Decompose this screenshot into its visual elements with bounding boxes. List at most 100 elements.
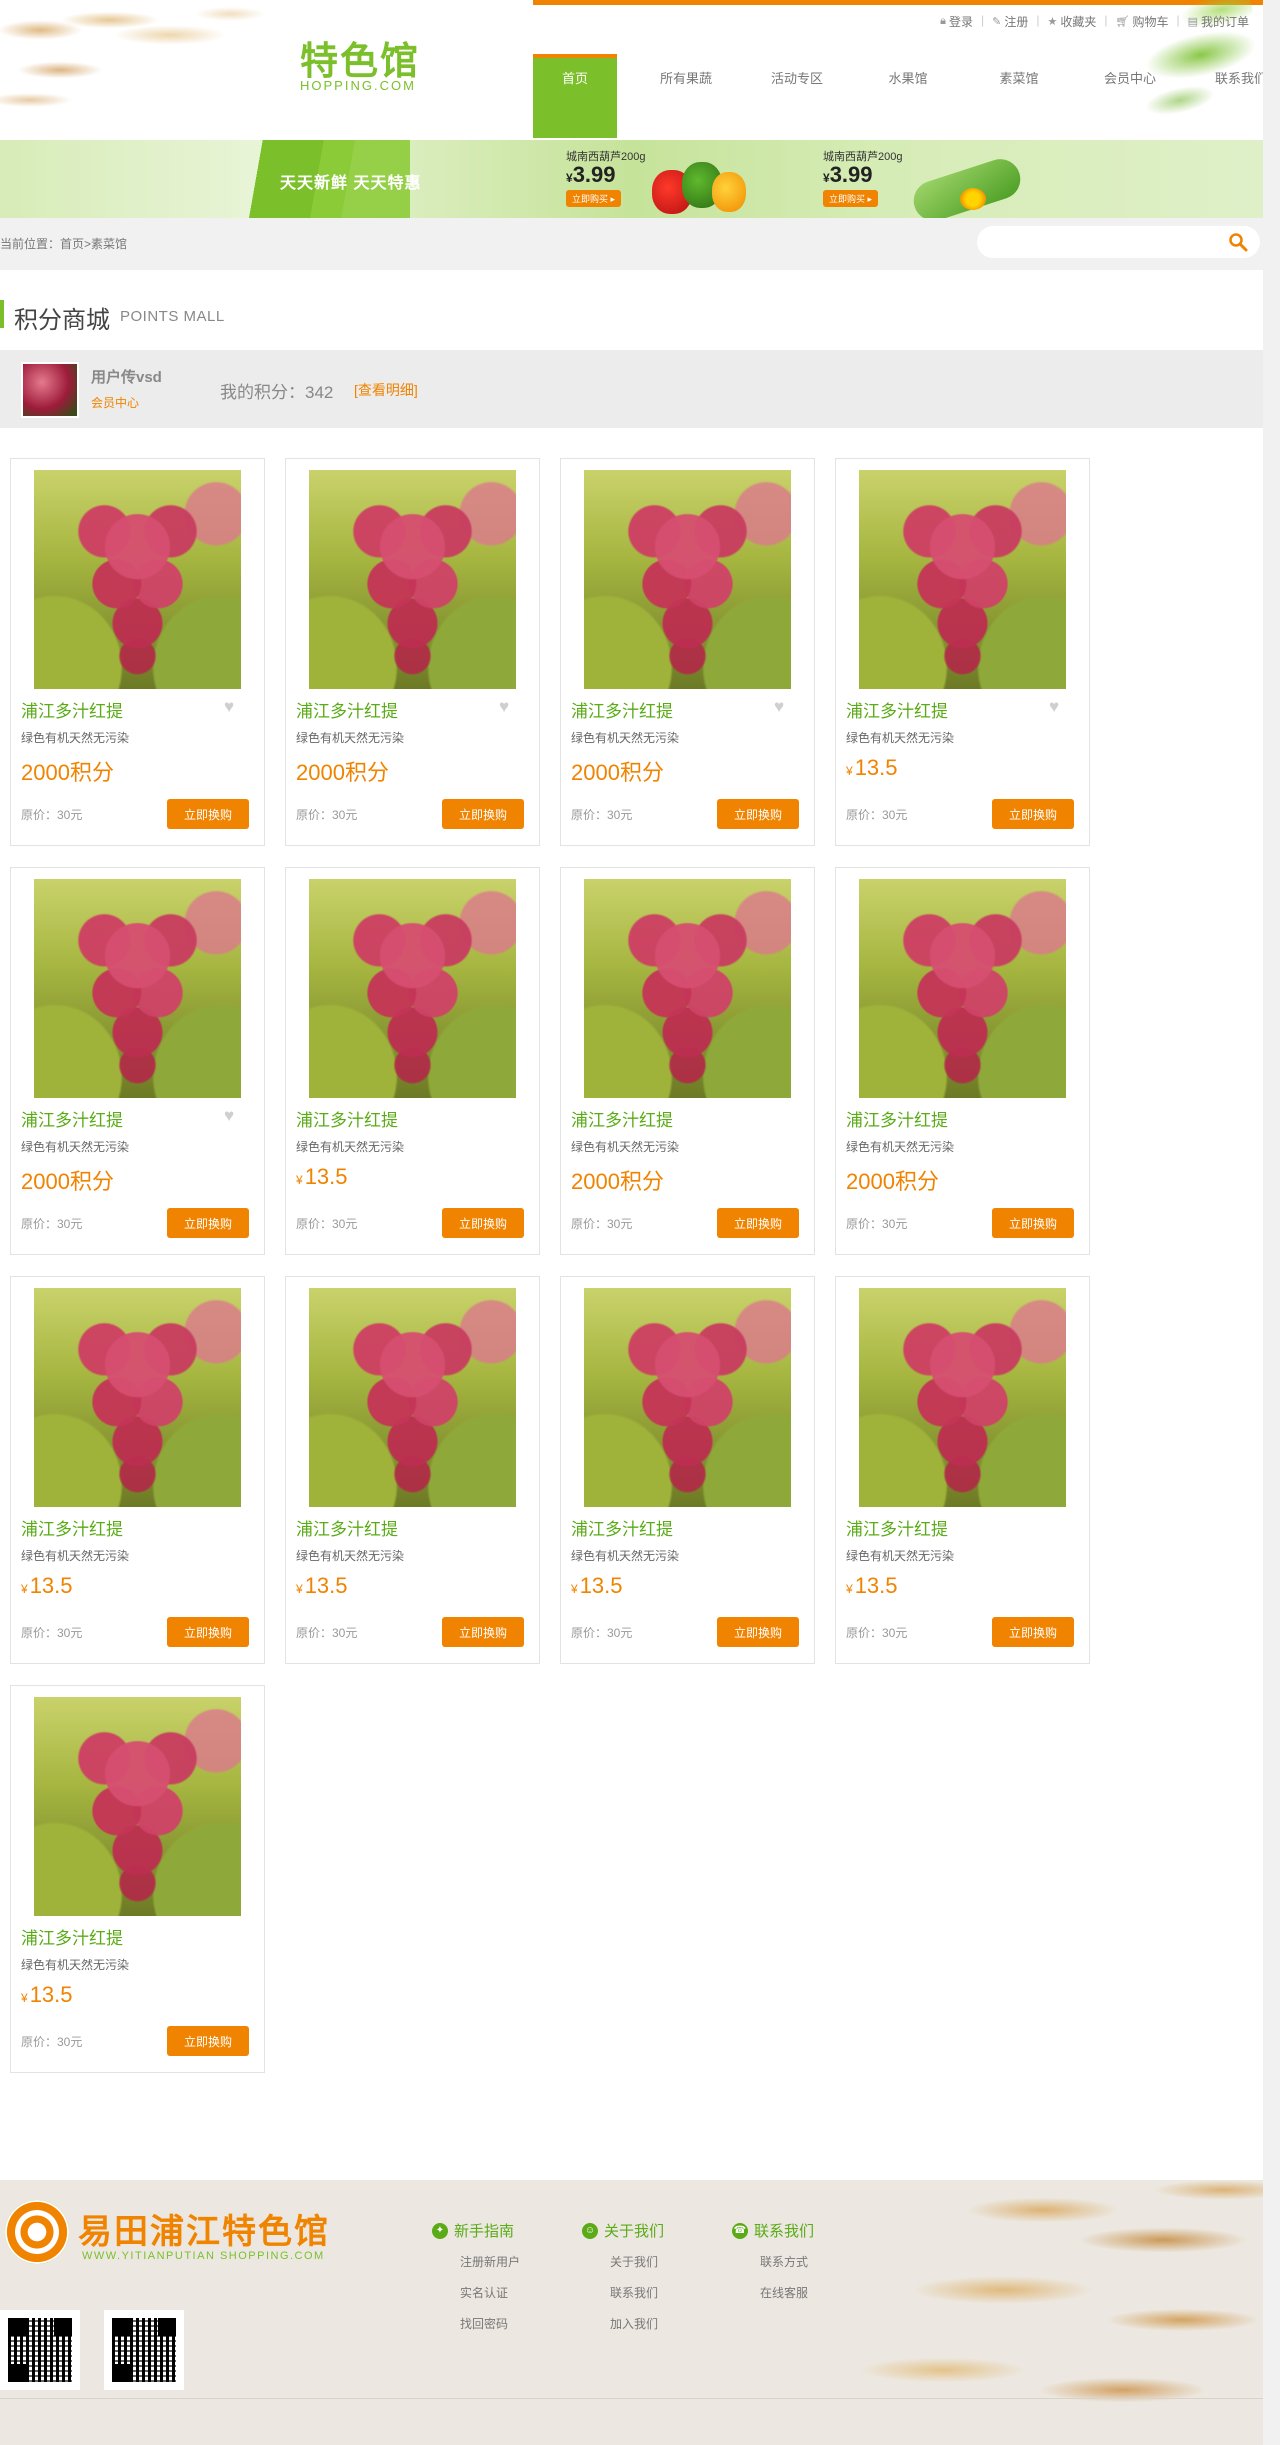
register-link[interactable]: ✎ 注册 — [992, 13, 1028, 30]
product-name[interactable]: 浦江多汁红提 — [846, 1515, 948, 1540]
product-card[interactable]: 浦江多汁红提 ♥ 绿色有机天然无污染 2000积分 原价：30元 立即换购 — [10, 458, 265, 846]
product-name[interactable]: 浦江多汁红提 — [296, 1106, 398, 1131]
product-image[interactable] — [309, 470, 516, 689]
footer-link[interactable]: 实名认证 — [432, 2284, 520, 2301]
product-image[interactable] — [34, 1697, 241, 1916]
footer-link[interactable]: 关于我们 — [582, 2253, 664, 2270]
original-price: 原价：30元 — [846, 1626, 908, 1640]
heart-icon[interactable]: ♥ — [499, 697, 509, 717]
redeem-button[interactable]: 立即换购 — [167, 1617, 249, 1647]
product-card[interactable]: 浦江多汁红提 绿色有机天然无污染 ¥13.5 原价：30元 立即换购 — [285, 867, 540, 1255]
nav-home[interactable]: 首页 — [533, 54, 617, 138]
nav-fruit[interactable]: 水果馆 — [866, 54, 950, 138]
redeem-button[interactable]: 立即换购 — [992, 799, 1074, 829]
product-card[interactable]: 浦江多汁红提 ♥ 绿色有机天然无污染 2000积分 原价：30元 立即换购 — [10, 867, 265, 1255]
product-description: 绿色有机天然无污染 — [571, 1140, 680, 1154]
currency-symbol: ¥ — [571, 1582, 578, 1596]
search-icon[interactable] — [1228, 232, 1248, 252]
redeem-button[interactable]: 立即换购 — [442, 1617, 524, 1647]
nav-vegetables[interactable]: 素菜馆 — [977, 54, 1061, 138]
original-price: 原价：30元 — [571, 1217, 633, 1231]
product-card[interactable]: 浦江多汁红提 绿色有机天然无污染 ¥13.5 原价：30元 立即换购 — [10, 1276, 265, 1664]
promo-price-value: 3.99 — [572, 162, 616, 187]
product-name[interactable]: 浦江多汁红提 — [21, 1515, 123, 1540]
cart-link[interactable]: 🛒︎ 购物车 — [1115, 13, 1168, 30]
site-logo[interactable]: 特色馆 — [300, 30, 420, 85]
product-image[interactable] — [859, 470, 1066, 689]
redeem-button[interactable]: 立即换购 — [442, 1208, 524, 1238]
footer-link[interactable]: 在线客服 — [732, 2284, 814, 2301]
points-detail-link[interactable]: [查看明细] — [354, 380, 418, 400]
member-center-link[interactable]: 会员中心 — [91, 394, 139, 411]
points-value: 342 — [305, 383, 334, 402]
nav-member-center[interactable]: 会员中心 — [1088, 54, 1172, 138]
product-name[interactable]: 浦江多汁红提 — [571, 1515, 673, 1540]
heart-icon[interactable]: ♥ — [1049, 697, 1059, 717]
product-name[interactable]: 浦江多汁红提 — [571, 1106, 673, 1131]
product-name[interactable]: 浦江多汁红提 — [846, 1106, 948, 1131]
footer-link[interactable]: 找回密码 — [432, 2315, 520, 2332]
heart-icon[interactable]: ♥ — [774, 697, 784, 717]
promo-buy-button[interactable]: 立即购买 ▸ — [823, 190, 879, 207]
breadcrumb-bar: 当前位置：首页>素菜馆 — [0, 218, 1263, 270]
redeem-button[interactable]: 立即换购 — [992, 1617, 1074, 1647]
product-image[interactable] — [309, 1288, 516, 1507]
product-image[interactable] — [309, 879, 516, 1098]
heart-icon[interactable]: ♥ — [224, 1106, 234, 1126]
product-card[interactable]: 浦江多汁红提 绿色有机天然无污染 ¥13.5 原价：30元 立即换购 — [835, 1276, 1090, 1664]
promo-banner[interactable]: 天天新鲜 天天特惠 城南西葫芦200g ¥3.99 立即购买 ▸ 城南西葫芦20… — [0, 140, 1263, 227]
product-name[interactable]: 浦江多汁红提 — [846, 697, 948, 722]
divider: | — [1036, 13, 1040, 27]
product-image[interactable] — [584, 1288, 791, 1507]
product-card[interactable]: 浦江多汁红提 ♥ 绿色有机天然无污染 ¥13.5 原价：30元 立即换购 — [835, 458, 1090, 846]
product-image[interactable] — [34, 470, 241, 689]
product-image[interactable] — [34, 1288, 241, 1507]
footer-logo[interactable]: 易田浦江特色馆 — [78, 2204, 330, 2253]
product-card[interactable]: 浦江多汁红提 绿色有机天然无污染 2000积分 原价：30元 立即换购 — [560, 867, 815, 1255]
heart-icon[interactable]: ♥ — [224, 697, 234, 717]
avatar[interactable] — [21, 362, 79, 418]
product-card[interactable]: 浦江多汁红提 ♥ 绿色有机天然无污染 2000积分 原价：30元 立即换购 — [560, 458, 815, 846]
product-card[interactable]: 浦江多汁红提 ♥ 绿色有机天然无污染 2000积分 原价：30元 立即换购 — [285, 458, 540, 846]
footer-link[interactable]: 注册新用户 — [432, 2253, 520, 2270]
login-link[interactable]: 🔒︎ 登录 — [940, 13, 973, 30]
redeem-button[interactable]: 立即换购 — [717, 1208, 799, 1238]
redeem-button[interactable]: 立即换购 — [167, 1208, 249, 1238]
search-input[interactable] — [991, 232, 1211, 252]
cart-icon: 🛒︎ — [1115, 16, 1130, 28]
product-name[interactable]: 浦江多汁红提 — [571, 697, 673, 722]
product-card[interactable]: 浦江多汁红提 绿色有机天然无污染 ¥13.5 原价：30元 立即换购 — [10, 1685, 265, 2073]
product-name[interactable]: 浦江多汁红提 — [21, 1924, 123, 1949]
breadcrumb-path[interactable]: 首页>素菜馆 — [60, 237, 127, 251]
product-name[interactable]: 浦江多汁红提 — [21, 697, 123, 722]
redeem-button[interactable]: 立即换购 — [442, 799, 524, 829]
product-image[interactable] — [859, 1288, 1066, 1507]
promo-buy-button[interactable]: 立即购买 ▸ — [566, 190, 622, 207]
orders-link[interactable]: ▤ 我的订单 — [1188, 13, 1249, 30]
product-image[interactable] — [584, 879, 791, 1098]
product-card[interactable]: 浦江多汁红提 绿色有机天然无污染 ¥13.5 原价：30元 立即换购 — [560, 1276, 815, 1664]
redeem-button[interactable]: 立即换购 — [167, 2026, 249, 2056]
redeem-button[interactable]: 立即换购 — [717, 799, 799, 829]
product-price-value: 13.5 — [29, 1573, 73, 1598]
product-name[interactable]: 浦江多汁红提 — [296, 1515, 398, 1540]
product-card[interactable]: 浦江多汁红提 绿色有机天然无污染 ¥13.5 原价：30元 立即换购 — [285, 1276, 540, 1664]
product-name[interactable]: 浦江多汁红提 — [21, 1106, 123, 1131]
product-card[interactable]: 浦江多汁红提 绿色有机天然无污染 2000积分 原价：30元 立即换购 — [835, 867, 1090, 1255]
nav-promotions[interactable]: 活动专区 — [755, 54, 839, 138]
favorites-link[interactable]: ★ 收藏夹 — [1047, 13, 1096, 30]
footer-link[interactable]: 联系方式 — [732, 2253, 814, 2270]
footer-link[interactable]: 联系我们 — [582, 2284, 664, 2301]
product-image[interactable] — [34, 879, 241, 1098]
product-image[interactable] — [859, 879, 1066, 1098]
redeem-button[interactable]: 立即换购 — [167, 799, 249, 829]
footer-col-title-text: 新手指南 — [454, 2223, 515, 2240]
product-price-value: 2000积分 — [21, 760, 114, 785]
footer-link[interactable]: 加入我们 — [582, 2315, 664, 2332]
redeem-button[interactable]: 立即换购 — [717, 1617, 799, 1647]
scrollbar-track[interactable] — [1263, 0, 1280, 2445]
product-name[interactable]: 浦江多汁红提 — [296, 697, 398, 722]
nav-all-produce[interactable]: 所有果蔬 — [644, 54, 728, 138]
product-image[interactable] — [584, 470, 791, 689]
redeem-button[interactable]: 立即换购 — [992, 1208, 1074, 1238]
